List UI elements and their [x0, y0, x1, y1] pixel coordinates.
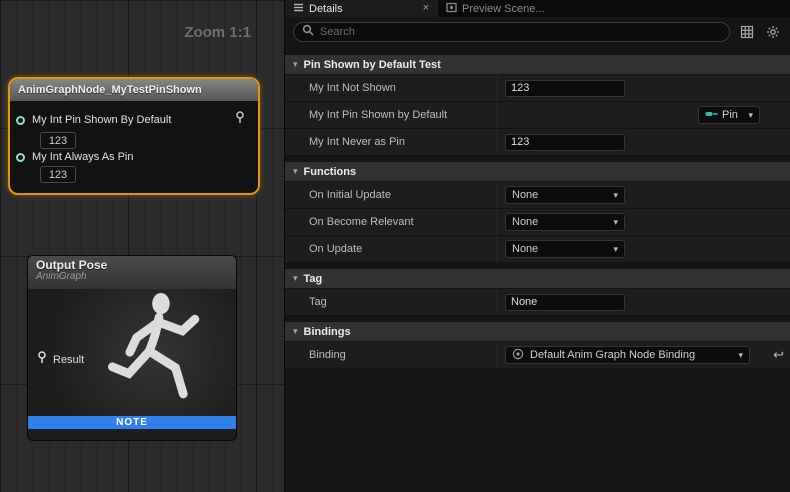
- on-initial-update-dropdown[interactable]: None ▾: [505, 186, 625, 204]
- pushpin-icon[interactable]: [234, 111, 246, 129]
- node-header[interactable]: Output Pose AnimGraph: [28, 256, 236, 289]
- property-label: On Initial Update: [285, 182, 497, 208]
- chevron-down-icon: ▾: [293, 273, 298, 284]
- section-header[interactable]: ▾ Functions: [285, 162, 790, 182]
- dropdown-value: None: [512, 216, 538, 228]
- pin-label: My Int Always As Pin: [32, 151, 133, 163]
- property-row: On Update None ▾: [285, 236, 790, 263]
- search-icon: [302, 23, 314, 41]
- chevron-down-icon: ▾: [293, 166, 298, 177]
- section-header[interactable]: ▾ Pin Shown by Default Test: [285, 55, 790, 75]
- pin-visibility-dropdown[interactable]: Pin ▾: [698, 106, 760, 124]
- dropdown-value: Default Anim Graph Node Binding: [530, 349, 695, 361]
- property-row: My Int Pin Shown by Default Pin ▾: [285, 102, 790, 129]
- dropdown-value: None: [512, 189, 538, 201]
- property-label: My Int Pin Shown by Default: [285, 102, 497, 128]
- section-tag: ▾ Tag Tag: [285, 269, 790, 316]
- pin-row: My Int Always As Pin: [16, 151, 250, 163]
- section-functions: ▾ Functions On Initial Update None ▾ On …: [285, 162, 790, 263]
- int-pin-icon[interactable]: [16, 116, 25, 125]
- close-tab-icon[interactable]: ×: [423, 3, 429, 14]
- chevron-down-icon: ▾: [293, 326, 298, 337]
- node-body: My Int Pin Shown By Default 123 My Int A…: [10, 101, 258, 193]
- property-matrix-icon[interactable]: [738, 23, 756, 41]
- details-tab-icon: [293, 2, 304, 16]
- note-banner: NOTE: [28, 416, 236, 429]
- property-row: Tag: [285, 289, 790, 316]
- my-int-not-shown-input[interactable]: [505, 80, 625, 97]
- chevron-down-icon: ▾: [613, 217, 618, 228]
- node-body: Result NOTE: [28, 289, 236, 429]
- search-input[interactable]: [320, 26, 721, 38]
- tab-label: Preview Scene...: [462, 3, 545, 15]
- anim-graph-canvas[interactable]: Zoom 1:1 AnimGraphNode_MyTestPinShown My…: [0, 0, 285, 492]
- pin-label: My Int Pin Shown By Default: [32, 114, 171, 126]
- section-title: Pin Shown by Default Test: [304, 59, 441, 71]
- int-pin-icon[interactable]: [16, 153, 25, 162]
- preview-scene-tab-icon: [446, 2, 457, 16]
- node-subtitle: AnimGraph: [36, 271, 228, 282]
- mannequin-preview-image: [84, 291, 234, 432]
- dropdown-value: None: [512, 243, 538, 255]
- chevron-down-icon: ▾: [748, 110, 753, 121]
- property-row: On Initial Update None ▾: [285, 182, 790, 209]
- reset-to-default-icon[interactable]: ↩: [773, 347, 784, 363]
- tag-input[interactable]: [505, 294, 625, 311]
- property-row: My Int Not Shown: [285, 75, 790, 102]
- on-update-dropdown[interactable]: None ▾: [505, 240, 625, 258]
- settings-gear-icon[interactable]: [764, 23, 782, 41]
- property-row: My Int Never as Pin: [285, 129, 790, 156]
- zoom-level-label: Zoom 1:1: [184, 24, 251, 41]
- output-pose-node[interactable]: Output Pose AnimGraph: [27, 255, 237, 441]
- tab-bar: Details × Preview Scene...: [285, 0, 790, 17]
- on-become-relevant-dropdown[interactable]: None ▾: [505, 213, 625, 231]
- section-pin-shown-by-default-test: ▾ Pin Shown by Default Test My Int Not S…: [285, 55, 790, 156]
- result-pin-label: Result: [53, 354, 84, 366]
- section-header[interactable]: ▾ Bindings: [285, 322, 790, 342]
- anim-graph-node-selected[interactable]: AnimGraphNode_MyTestPinShown My Int Pin …: [8, 77, 260, 195]
- section-title: Tag: [304, 273, 323, 285]
- result-pin-icon[interactable]: [36, 351, 48, 369]
- section-bindings: ▾ Bindings Binding Default Anim Graph No…: [285, 322, 790, 369]
- my-int-never-as-pin-input[interactable]: [505, 134, 625, 151]
- details-panel: Details × Preview Scene...: [285, 0, 790, 492]
- node-header[interactable]: AnimGraphNode_MyTestPinShown: [10, 79, 258, 101]
- pin-value-input[interactable]: 123: [40, 166, 76, 183]
- binding-dropdown[interactable]: Default Anim Graph Node Binding ▾: [505, 346, 750, 364]
- result-pin-row: Result: [36, 351, 84, 369]
- chevron-down-icon: ▾: [738, 350, 743, 361]
- pin-icon: [705, 109, 718, 121]
- app-window: Zoom 1:1 AnimGraphNode_MyTestPinShown My…: [0, 0, 790, 492]
- property-label: Tag: [285, 289, 497, 315]
- dropdown-value: Pin: [722, 109, 738, 121]
- search-box[interactable]: [293, 22, 730, 42]
- section-header[interactable]: ▾ Tag: [285, 269, 790, 289]
- binding-icon: [512, 348, 524, 363]
- chevron-down-icon: ▾: [293, 59, 298, 70]
- chevron-down-icon: ▾: [613, 190, 618, 201]
- property-label: Binding: [285, 342, 497, 368]
- property-label: On Become Relevant: [285, 209, 497, 235]
- pin-value-input[interactable]: 123: [40, 132, 76, 149]
- section-title: Bindings: [304, 326, 351, 338]
- pin-row: My Int Pin Shown By Default: [16, 111, 250, 129]
- property-label: My Int Not Shown: [285, 75, 497, 101]
- node-title: Output Pose: [36, 258, 228, 272]
- section-title: Functions: [304, 166, 357, 178]
- tab-label: Details: [309, 3, 343, 15]
- property-row: Binding Default Anim Graph Node Binding …: [285, 342, 790, 369]
- node-title: AnimGraphNode_MyTestPinShown: [18, 84, 202, 96]
- tab-details[interactable]: Details ×: [285, 0, 437, 17]
- property-row: On Become Relevant None ▾: [285, 209, 790, 236]
- tab-preview-scene[interactable]: Preview Scene...: [437, 0, 605, 17]
- property-label: On Update: [285, 236, 497, 262]
- property-label: My Int Never as Pin: [285, 129, 497, 155]
- chevron-down-icon: ▾: [613, 244, 618, 255]
- search-row: [285, 17, 790, 47]
